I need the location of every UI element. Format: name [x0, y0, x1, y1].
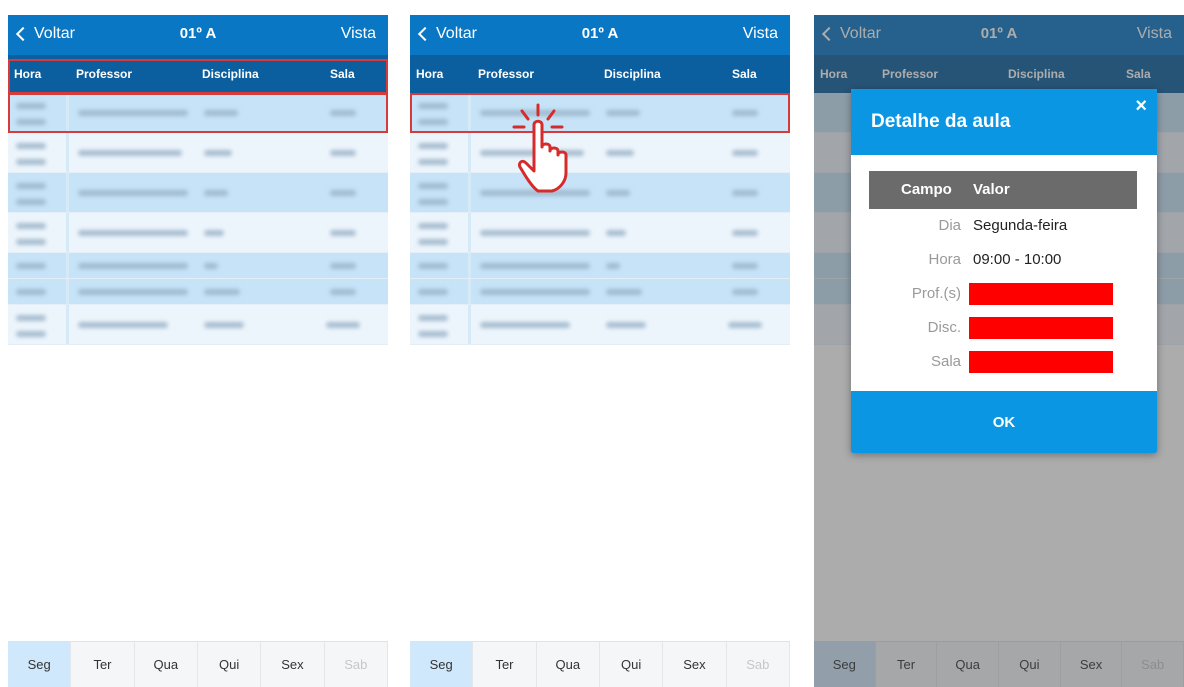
- col-hora: Hora: [14, 67, 42, 81]
- top-bar: Voltar 01º A Vista: [410, 15, 790, 55]
- class-title: 01º A: [179, 25, 217, 42]
- table-row[interactable]: [410, 213, 790, 253]
- detail-table: Campo Valor Dia Segunda-feira Hora 09:00…: [869, 171, 1137, 379]
- table-row[interactable]: [410, 253, 790, 279]
- col-valor: Valor: [973, 181, 1010, 198]
- close-icon[interactable]: ×: [1135, 95, 1147, 118]
- detail-key: Prof.(s): [911, 285, 961, 302]
- table-header: Hora Professor Disciplina Sala: [8, 55, 388, 93]
- table-row[interactable]: [8, 253, 388, 279]
- tab-sab: Sab: [325, 642, 388, 687]
- tap-hand-icon: [512, 103, 568, 193]
- lesson-detail-dialog: Detalhe da aula × Campo Valor Dia Segund…: [851, 89, 1157, 453]
- table-row[interactable]: [8, 305, 388, 345]
- table-row[interactable]: [410, 305, 790, 345]
- col-disciplina: Disciplina: [202, 67, 259, 81]
- detail-table-header: Campo Valor: [869, 171, 1137, 209]
- table-row[interactable]: [8, 213, 388, 253]
- tab-qua[interactable]: Qua: [135, 642, 198, 687]
- col-sala: Sala: [330, 67, 355, 81]
- table-row[interactable]: [410, 93, 790, 133]
- view-button[interactable]: Vista: [341, 25, 376, 43]
- tab-sab: Sab: [727, 642, 790, 687]
- dialog-title: Detalhe da aula: [871, 111, 1011, 132]
- detail-row-dia: Dia Segunda-feira: [869, 209, 1137, 243]
- tab-ter[interactable]: Ter: [71, 642, 135, 687]
- tab-seg[interactable]: Seg: [410, 642, 474, 687]
- top-bar: Voltar 01º A Vista: [8, 15, 388, 55]
- detail-row-hora: Hora 09:00 - 10:00: [869, 243, 1137, 277]
- tab-seg[interactable]: Seg: [8, 642, 72, 687]
- table-row[interactable]: [8, 133, 388, 173]
- table-row[interactable]: [410, 279, 790, 305]
- table-row[interactable]: [8, 93, 388, 133]
- detail-row-prof: Prof.(s): [869, 277, 1137, 311]
- table-row[interactable]: [410, 133, 790, 173]
- redacted-value: [969, 317, 1113, 339]
- detail-value: 09:00 - 10:00: [973, 251, 1062, 268]
- tab-qui[interactable]: Qui: [600, 642, 664, 687]
- col-campo: Campo: [901, 181, 952, 198]
- class-title: 01º A: [581, 25, 619, 42]
- tab-ter[interactable]: Ter: [473, 642, 537, 687]
- timetable-rows: [410, 93, 790, 345]
- col-professor: Professor: [478, 67, 535, 81]
- screen-lesson-detail: Voltar 01º A Vista Hora Professor Discip…: [814, 15, 1184, 687]
- tab-qua[interactable]: Qua: [537, 642, 600, 687]
- detail-row-disc: Disc.: [869, 311, 1137, 345]
- tab-sex[interactable]: Sex: [663, 642, 727, 687]
- view-button[interactable]: Vista: [743, 25, 778, 43]
- timetable-rows: [8, 93, 388, 345]
- col-disciplina: Disciplina: [604, 67, 661, 81]
- table-row[interactable]: [8, 279, 388, 305]
- table-row[interactable]: [8, 173, 388, 213]
- detail-key: Sala: [930, 353, 961, 370]
- detail-key: Dia: [938, 217, 961, 234]
- tab-qui[interactable]: Qui: [198, 642, 262, 687]
- ok-button[interactable]: OK: [851, 391, 1157, 453]
- detail-key: Hora: [928, 251, 961, 268]
- redacted-value: [969, 351, 1113, 373]
- detail-row-sala: Sala: [869, 345, 1137, 379]
- day-tabs: Seg Ter Qua Qui Sex Sab: [8, 641, 388, 687]
- dialog-header: Detalhe da aula ×: [851, 89, 1157, 155]
- screen-timetable: Voltar 01º A Vista Hora Professor Discip…: [8, 15, 388, 687]
- table-row[interactable]: [410, 173, 790, 213]
- detail-value: Segunda-feira: [973, 217, 1068, 234]
- tab-sex[interactable]: Sex: [261, 642, 325, 687]
- screen-timetable-tap: Voltar 01º A Vista Hora Professor Discip…: [410, 15, 790, 687]
- table-header: Hora Professor Disciplina Sala: [410, 55, 790, 93]
- col-hora: Hora: [416, 67, 444, 81]
- redacted-value: [969, 283, 1113, 305]
- day-tabs: Seg Ter Qua Qui Sex Sab: [410, 641, 790, 687]
- col-professor: Professor: [76, 67, 133, 81]
- col-sala: Sala: [732, 67, 757, 81]
- detail-key: Disc.: [927, 319, 961, 336]
